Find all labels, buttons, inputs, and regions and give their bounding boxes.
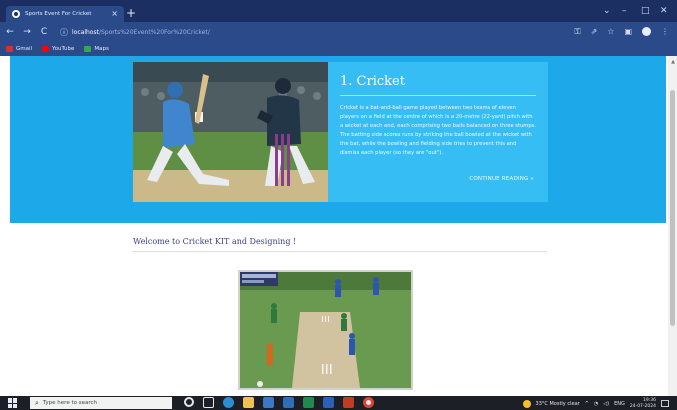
word-icon[interactable] (323, 397, 334, 408)
reload-button[interactable]: C (37, 27, 51, 37)
divider (340, 95, 536, 96)
site-info-icon[interactable]: ⓘ (60, 27, 68, 38)
system-tray: 33°C Mostly clear ^ ◔ ◁) ENG 19:36 24-07… (522, 398, 669, 409)
task-view-icon[interactable] (203, 397, 214, 408)
bookmark-star-icon[interactable]: ☆ (607, 27, 614, 37)
cortana-icon[interactable] (184, 397, 194, 407)
clock[interactable]: 19:36 24-07-2024 (630, 398, 656, 409)
bookmarks-bar: Gmail YouTube Maps (0, 42, 677, 56)
divider (132, 251, 547, 252)
scroll-up-arrow-icon[interactable]: ▲ (671, 59, 675, 65)
cricket-players-photo (133, 62, 328, 202)
browser-toolbar: ← → C ⓘ localhost/Sports%20Event%20For%2… (0, 22, 677, 42)
browser-tab[interactable]: Sports Event For Cricket × (6, 6, 124, 22)
profile-avatar[interactable] (642, 27, 651, 36)
edge-icon[interactable] (223, 397, 234, 408)
pinned-apps (184, 397, 374, 408)
menu-kebab-icon[interactable]: ⋮ (661, 27, 669, 37)
bookmark-label: Maps (94, 46, 109, 52)
new-tab-button[interactable]: + (126, 7, 136, 19)
back-button[interactable]: ← (3, 27, 17, 37)
tab-title: Sports Event For Cricket (25, 11, 92, 17)
chrome-icon[interactable] (363, 397, 374, 408)
url-host: localhost (72, 28, 99, 36)
maps-icon (84, 46, 92, 52)
bookmark-gmail[interactable]: Gmail (6, 46, 32, 52)
app-icon[interactable] (343, 397, 354, 408)
scrollbar-thumb[interactable] (670, 90, 675, 326)
site-favicon-icon (12, 10, 20, 18)
os-taskbar: ⌕ Type here to search 33°C Mostly clear … (0, 396, 677, 410)
article-card: 1. Cricket Cricket is a bat-and-ball gam… (328, 62, 548, 202)
file-explorer-icon[interactable] (243, 397, 254, 408)
bookmark-maps[interactable]: Maps (84, 46, 109, 52)
close-window-button[interactable]: ✕ (660, 7, 668, 16)
notifications-icon[interactable] (661, 400, 669, 407)
taskbar-search-input[interactable]: ⌕ Type here to search (30, 397, 172, 409)
maximize-button[interactable]: □ (641, 7, 650, 16)
weather-icon[interactable] (522, 399, 531, 408)
toolbar-actions: ⚿ ⇗ ☆ ▣ ⋮ (574, 27, 669, 37)
tray-chevron-icon[interactable]: ^ (585, 401, 589, 407)
article-excerpt: Cricket is a bat-and-ball game played be… (340, 105, 537, 156)
volume-icon[interactable]: ◁) (603, 401, 609, 407)
app-icon[interactable] (303, 397, 314, 408)
search-icon: ⌕ (35, 398, 39, 407)
share-icon[interactable]: ⇗ (591, 27, 598, 37)
windows-start-icon[interactable] (8, 398, 18, 408)
bookmark-label: Gmail (16, 46, 33, 52)
weather-text[interactable]: 33°C Mostly clear (536, 401, 580, 407)
cricket-match-photo (238, 270, 413, 390)
minimize-button[interactable]: – (622, 7, 627, 16)
key-icon[interactable]: ⚿ (574, 27, 580, 37)
network-icon[interactable]: ◔ (594, 401, 598, 407)
address-bar[interactable]: ⓘ localhost/Sports%20Event%20For%20Crick… (60, 25, 580, 39)
forward-button[interactable]: → (20, 27, 34, 37)
search-placeholder: Type here to search (42, 400, 97, 406)
side-panel-icon[interactable]: ▣ (624, 27, 632, 37)
store-icon[interactable] (263, 397, 274, 408)
clock-date: 24-07-2024 (629, 403, 656, 409)
hero-banner: 1. Cricket Cricket is a bat-and-ball gam… (10, 56, 666, 223)
language-indicator[interactable]: ENG (614, 401, 625, 407)
bookmark-youtube[interactable]: YouTube (42, 46, 74, 52)
url-path: /Sports%20Event%20For%20Cricket/ (98, 28, 210, 36)
welcome-heading: Welcome to Cricket KIT and Designing ! (133, 237, 297, 246)
tab-close-icon[interactable]: × (111, 10, 118, 18)
tab-search-icon[interactable]: ⌄ (603, 7, 611, 16)
youtube-icon (42, 46, 50, 52)
browser-tab-bar: Sports Event For Cricket × + ⌄ – □ ✕ (0, 0, 677, 22)
mail-icon[interactable] (283, 397, 294, 408)
bookmark-label: YouTube (52, 46, 75, 52)
gmail-icon (6, 46, 13, 52)
continue-reading-link[interactable]: CONTINUE READING » (469, 176, 534, 182)
article-title: 1. Cricket (340, 74, 405, 89)
